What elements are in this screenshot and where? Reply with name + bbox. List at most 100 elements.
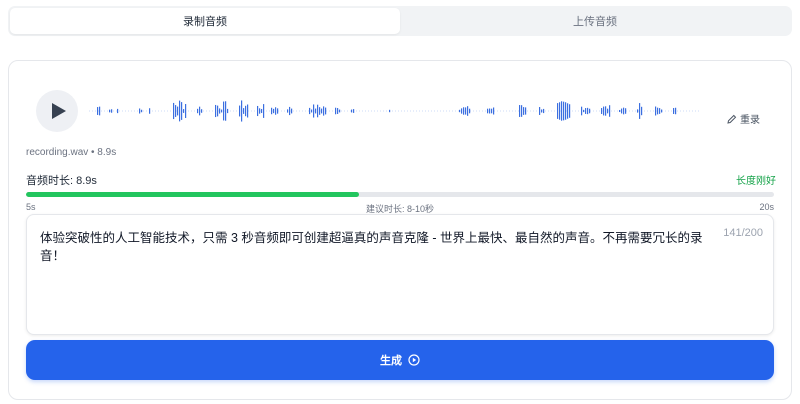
waveform-bar (199, 106, 201, 116)
waveform-bar (389, 109, 391, 113)
waveform-bar (311, 109, 313, 113)
tab-record[interactable]: 录制音频 (10, 8, 400, 34)
waveform-bar (623, 107, 625, 115)
waveform-bar (183, 109, 185, 113)
waveform-bar (201, 109, 203, 113)
waveform-bar (469, 108, 471, 114)
file-info: recording.wav • 8.9s (26, 147, 117, 158)
tab-upload[interactable]: 上传音频 (400, 8, 790, 34)
duration-label: 音频时长: 8.9s (26, 175, 97, 187)
waveform-bar (111, 109, 113, 113)
waveform-bar (607, 108, 609, 114)
waveform-bar (619, 109, 621, 113)
waveform-bar (139, 108, 141, 114)
waveform-bar (605, 106, 607, 116)
scale-min-label: 5s (26, 202, 36, 212)
waveform-bar (313, 104, 315, 118)
waveform-bar (587, 107, 589, 115)
waveform-bar (259, 108, 261, 114)
waveform-bar (563, 101, 565, 121)
waveform-bar (289, 106, 291, 116)
waveform-bar (325, 107, 327, 115)
waveform-bar (181, 102, 183, 120)
waveform-bar (185, 104, 187, 118)
waveform-bar (261, 108, 263, 114)
waveform-bar (675, 107, 677, 115)
rerecord-button[interactable]: 重录 (727, 111, 760, 126)
text-input-value[interactable]: 体验突破性的人工智能技术，只需 3 秒音频即可创建超逼真的声音克隆 - 世界上最… (40, 229, 713, 265)
waveform-bar (603, 106, 605, 116)
waveform-bar (565, 102, 567, 120)
duration-progress-track (26, 192, 774, 197)
waveform-bar (149, 108, 151, 114)
scale-max-label: 20s (759, 202, 774, 212)
waveform-bar (459, 109, 461, 113)
audio-waveform[interactable] (89, 91, 701, 131)
waveform-bar (239, 105, 241, 117)
waveform-bar (309, 107, 311, 115)
waveform-bar (351, 109, 353, 113)
waveform-bar (241, 100, 243, 122)
waveform-bar (271, 107, 273, 115)
waveform-bar (625, 108, 627, 114)
waveform-bar (673, 108, 675, 114)
waveform-bar (465, 107, 467, 115)
waveform-bar (543, 108, 545, 114)
waveform-bar (585, 108, 587, 114)
waveform-bar (97, 107, 99, 115)
waveform-bar (521, 105, 523, 117)
play-circle-icon (408, 354, 420, 366)
waveform-bar (315, 108, 317, 114)
waveform-bar (519, 105, 521, 117)
generate-button[interactable]: 生成 (26, 340, 774, 380)
waveform-bar (661, 109, 663, 113)
waveform-bar (567, 103, 569, 119)
waveform-bar (287, 109, 289, 113)
waveform-bar (657, 107, 659, 115)
waveform-bar (317, 104, 319, 118)
waveform-bar (353, 109, 355, 113)
waveform-bar (227, 108, 229, 114)
waveform-bar (217, 105, 219, 117)
waveform-bar (197, 108, 199, 114)
waveform-bar (219, 108, 221, 114)
waveform-bar (621, 108, 623, 114)
waveform-bar (463, 107, 465, 115)
recording-card: 重录 recording.wav • 8.9s 音频时长: 8.9s 长度刚好 … (8, 60, 792, 400)
mode-tabs: 录制音频 上传音频 (8, 6, 792, 36)
waveform-bar (179, 100, 181, 122)
waveform-bar (559, 102, 561, 120)
waveform-bar (561, 101, 563, 121)
waveform-bar (247, 104, 249, 118)
waveform-bar (525, 107, 527, 115)
waveform-bar (339, 109, 341, 113)
waveform-bar (275, 107, 277, 115)
generate-label: 生成 (380, 355, 402, 367)
duration-scale: 5s 建议时长: 8-10秒 20s (26, 202, 774, 214)
waveform-bar (335, 107, 337, 115)
duration-progress-fill (26, 192, 359, 197)
waveform-bar (141, 109, 143, 113)
waveform-bar (243, 108, 245, 114)
waveform-bar (117, 108, 119, 114)
waveform-bar (569, 104, 571, 118)
waveform-bar (273, 108, 275, 114)
waveform-bar (319, 107, 321, 115)
waveform-bar (491, 108, 493, 114)
waveform-bar (291, 108, 293, 114)
waveform-bar (541, 109, 543, 113)
waveform-bar (589, 108, 591, 114)
waveform-bar (337, 108, 339, 114)
waveform-bar (321, 108, 323, 114)
waveform-bar (659, 108, 661, 114)
rerecord-label: 重录 (740, 115, 760, 126)
duration-status: 长度刚好 (736, 176, 776, 187)
waveform-bar (493, 107, 495, 115)
waveform-bar (557, 103, 559, 119)
waveform-bar (539, 107, 541, 115)
waveform-bar (523, 107, 525, 115)
play-button[interactable] (36, 90, 78, 132)
waveform-bar (225, 101, 227, 121)
text-input[interactable]: 体验突破性的人工智能技术，只需 3 秒音频即可创建超逼真的声音克隆 - 世界上最… (26, 214, 774, 335)
char-count: 141/200 (723, 227, 763, 239)
